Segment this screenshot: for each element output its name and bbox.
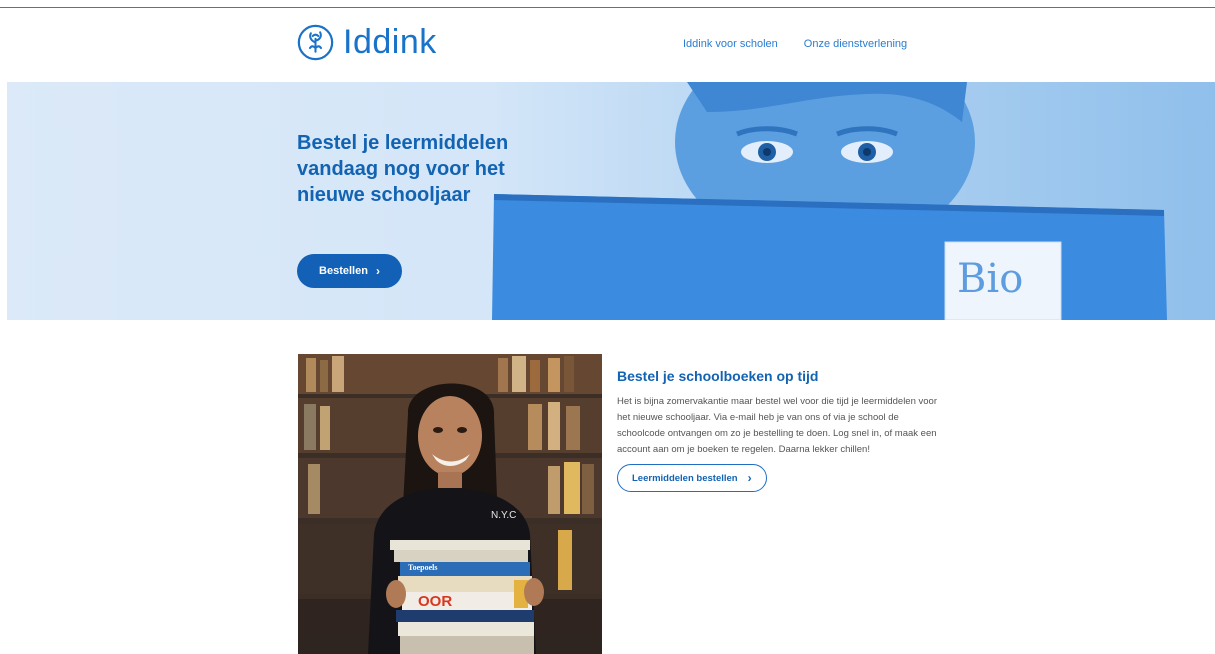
- student-photo: N.Y.C Toepoels OOR: [298, 354, 602, 654]
- section-body: Het is bijna zomervakantie maar bestel w…: [617, 396, 937, 455]
- book-title-toepoels: Toepoels: [408, 563, 438, 572]
- order-button[interactable]: Bestellen ›: [297, 254, 402, 288]
- order-button-label: Bestellen: [319, 265, 368, 277]
- order-materials-button[interactable]: Leermiddelen bestellen ›: [617, 464, 767, 492]
- hero-image: [492, 82, 1167, 320]
- nav-item-dienstverlening[interactable]: Onze dienstverlening: [804, 38, 907, 50]
- order-materials-label: Leermiddelen bestellen: [632, 472, 738, 484]
- book-title-oor: OOR: [418, 593, 453, 610]
- site-header: Iddink Iddink voor scholen Onze dienstve…: [0, 8, 1215, 82]
- hero-banner: Bio Bestel je leermiddelen vandaag nog v…: [7, 82, 1215, 320]
- intro-section: Bestel je schoolboeken op tijd Het is bi…: [617, 368, 937, 492]
- section-title: Bestel je schoolboeken op tijd: [617, 368, 819, 384]
- chevron-right-icon: ›: [747, 471, 752, 485]
- main-nav: Iddink voor scholen Onze dienstverlening: [683, 38, 907, 50]
- chevron-right-icon: ›: [375, 264, 380, 278]
- hero-title: Bestel je leermiddelen vandaag nog voor …: [297, 132, 509, 206]
- logo-icon: [297, 24, 334, 60]
- book-label: Bio: [957, 256, 1024, 302]
- logo[interactable]: Iddink: [297, 22, 437, 62]
- logo-text: Iddink: [343, 22, 437, 61]
- shirt-text: N.Y.C: [491, 510, 517, 521]
- nav-item-scholen[interactable]: Iddink voor scholen: [683, 38, 778, 50]
